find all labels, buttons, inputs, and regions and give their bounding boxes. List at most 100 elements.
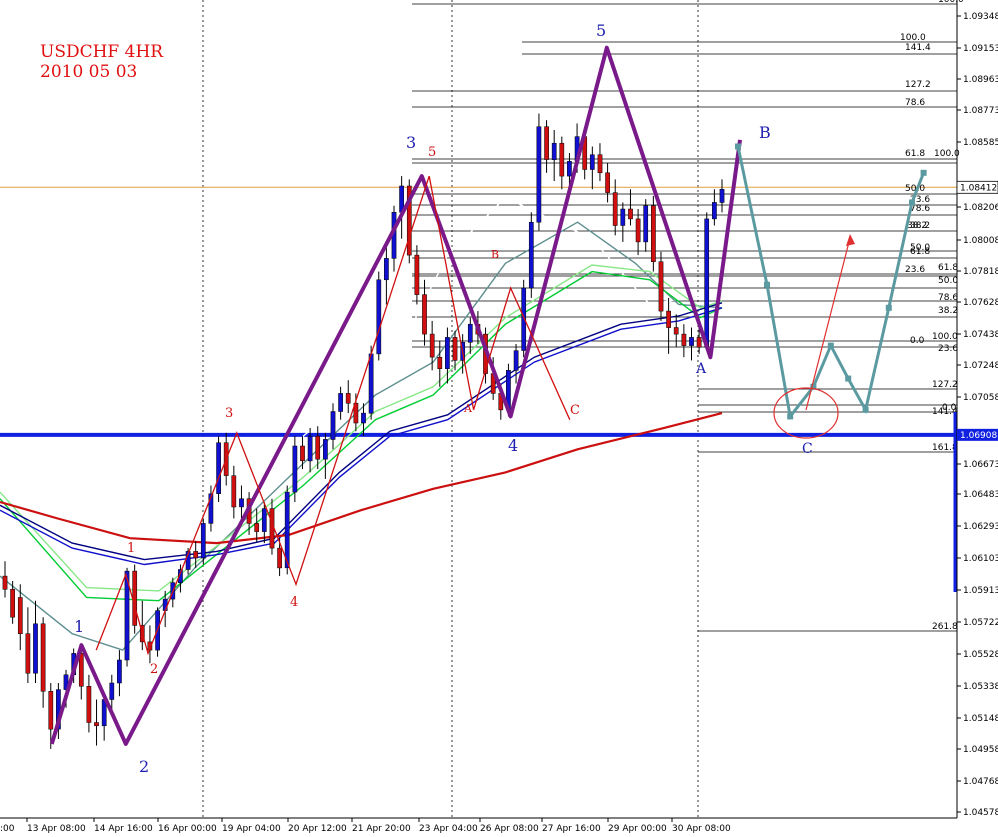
time-tick-label: 14 Apr 16:00 [94, 824, 153, 834]
time-tick-label: 20 Apr 12:00 [288, 824, 347, 834]
wave-label: 4 [508, 436, 518, 455]
candle-body [292, 445, 298, 493]
candle-body [681, 333, 687, 346]
candle-body [193, 551, 199, 559]
candle-body [544, 126, 549, 160]
candle-body [704, 218, 710, 348]
projection-marker [787, 413, 794, 420]
fib-label: 38.2 [938, 306, 958, 316]
fib-label: 0.0 [910, 336, 925, 346]
candle-body [696, 337, 702, 348]
wave-label: 4 [290, 595, 298, 610]
candle-body [429, 333, 435, 358]
time-tick-label: 29 Apr 00:00 [608, 824, 667, 834]
candle-body [376, 279, 382, 355]
fib-label: 127.2 [932, 380, 958, 390]
candle-body [651, 205, 656, 262]
candle-body [132, 570, 138, 626]
candle-body [254, 523, 260, 532]
wave-label: 3 [225, 406, 233, 421]
projection-marker [827, 342, 834, 349]
wave-label: A [695, 361, 707, 377]
time-tick-label: 21 Apr 20:00 [352, 824, 411, 834]
candle-body [551, 142, 557, 160]
wave-label: 2 [150, 662, 158, 677]
candle-body [719, 189, 725, 203]
projection-marker [920, 169, 927, 176]
chart-subtitle: 2010 05 03 [40, 62, 137, 82]
wave-label: A [463, 402, 473, 415]
projection-marker [845, 375, 852, 382]
price-tick-label: 1.07438 [963, 330, 998, 340]
candle-body [10, 588, 15, 618]
fib-label: 78.6 [938, 293, 958, 303]
projection-marker [885, 304, 892, 311]
fib-label: 261.8 [932, 622, 958, 632]
price-tick-label: 1.08773 [963, 106, 998, 116]
candle-body [658, 261, 664, 312]
price-tick-label: 1.06103 [963, 554, 998, 564]
projection-marker [764, 281, 770, 288]
candle-body [536, 126, 542, 223]
candle-body [452, 337, 458, 361]
fib-label: 23.6 [905, 265, 925, 275]
price-tick-label: 1.06483 [963, 490, 998, 500]
candle-body [559, 142, 565, 177]
candle-body [261, 508, 267, 532]
price-tick-label: 1.05528 [963, 650, 998, 660]
fib-label: 127.2 [905, 80, 931, 90]
candle-body [345, 393, 351, 404]
wave-label: 1 [74, 617, 84, 636]
time-tick-label: 16 Apr 00:00 [158, 824, 217, 834]
price-tick-label: 1.08585 [963, 138, 998, 148]
fib-label: 100.0 [900, 33, 926, 43]
wave-label: 2 [139, 757, 149, 776]
candle-body [25, 633, 31, 674]
current-price-label: 1.08412 [960, 183, 997, 193]
price-tick-label: 1.09153 [963, 44, 998, 54]
price-tick-label: 1.05148 [963, 714, 998, 724]
price-tick-label: 1.07058 [963, 393, 998, 403]
candle-body [368, 353, 374, 414]
candle-body [17, 597, 23, 634]
candle-body [712, 202, 717, 220]
fib-label: 100.0 [932, 332, 958, 342]
time-tick-label: 23 Apr 04:00 [419, 824, 478, 834]
candle-body [361, 412, 366, 424]
wave-label: 5 [428, 145, 436, 160]
candle-body [605, 172, 610, 193]
candle-body [422, 294, 427, 335]
candle-body [86, 686, 92, 723]
wave-label: C [802, 441, 813, 457]
candle-body [673, 327, 679, 335]
candle-body [40, 623, 46, 692]
time-tick-label: 27 Apr 16:00 [542, 824, 601, 834]
candle-body [620, 208, 626, 226]
price-tick-label: 1.08963 [963, 75, 998, 85]
time-tick-label: 30 Apr 08:00 [672, 824, 731, 834]
price-tick-label: 1.08008 [963, 236, 998, 246]
candle-body [300, 445, 305, 462]
fib-label: 61.8 [905, 149, 925, 159]
usdchf-chart: 100.0141.4127.278.661.8 100.050.023.678.6… [0, 0, 998, 837]
candle-body [277, 547, 282, 569]
price-tick-label: 1.07248 [963, 361, 998, 371]
fib-label: 100.0 [934, 149, 960, 159]
price-tick-label: 1.04578 [963, 808, 998, 818]
wave-label: B [759, 123, 771, 142]
price-tick-label: 1.07818 [963, 267, 998, 277]
chart-root: 100.0 141.4 127.2 78.6 61.8 100.0 50.0 23.6 78.6… [0, 0, 998, 837]
fib-label: 61.8 [910, 247, 930, 257]
fib-label: 50.0 [938, 276, 958, 286]
chart-background [0, 0, 998, 837]
fib-label: 141.4 [905, 43, 931, 53]
candle-body [635, 218, 641, 243]
projection-marker [735, 143, 741, 150]
candle-body [162, 598, 168, 611]
wave-label: C [570, 403, 580, 418]
candle-body [33, 623, 38, 674]
support-price-label: 1.06908 [960, 431, 997, 441]
chart-title: USDCHF 4HR [40, 42, 164, 62]
time-tick-label: 26 Apr 08:00 [480, 824, 539, 834]
candle-body [513, 350, 519, 371]
